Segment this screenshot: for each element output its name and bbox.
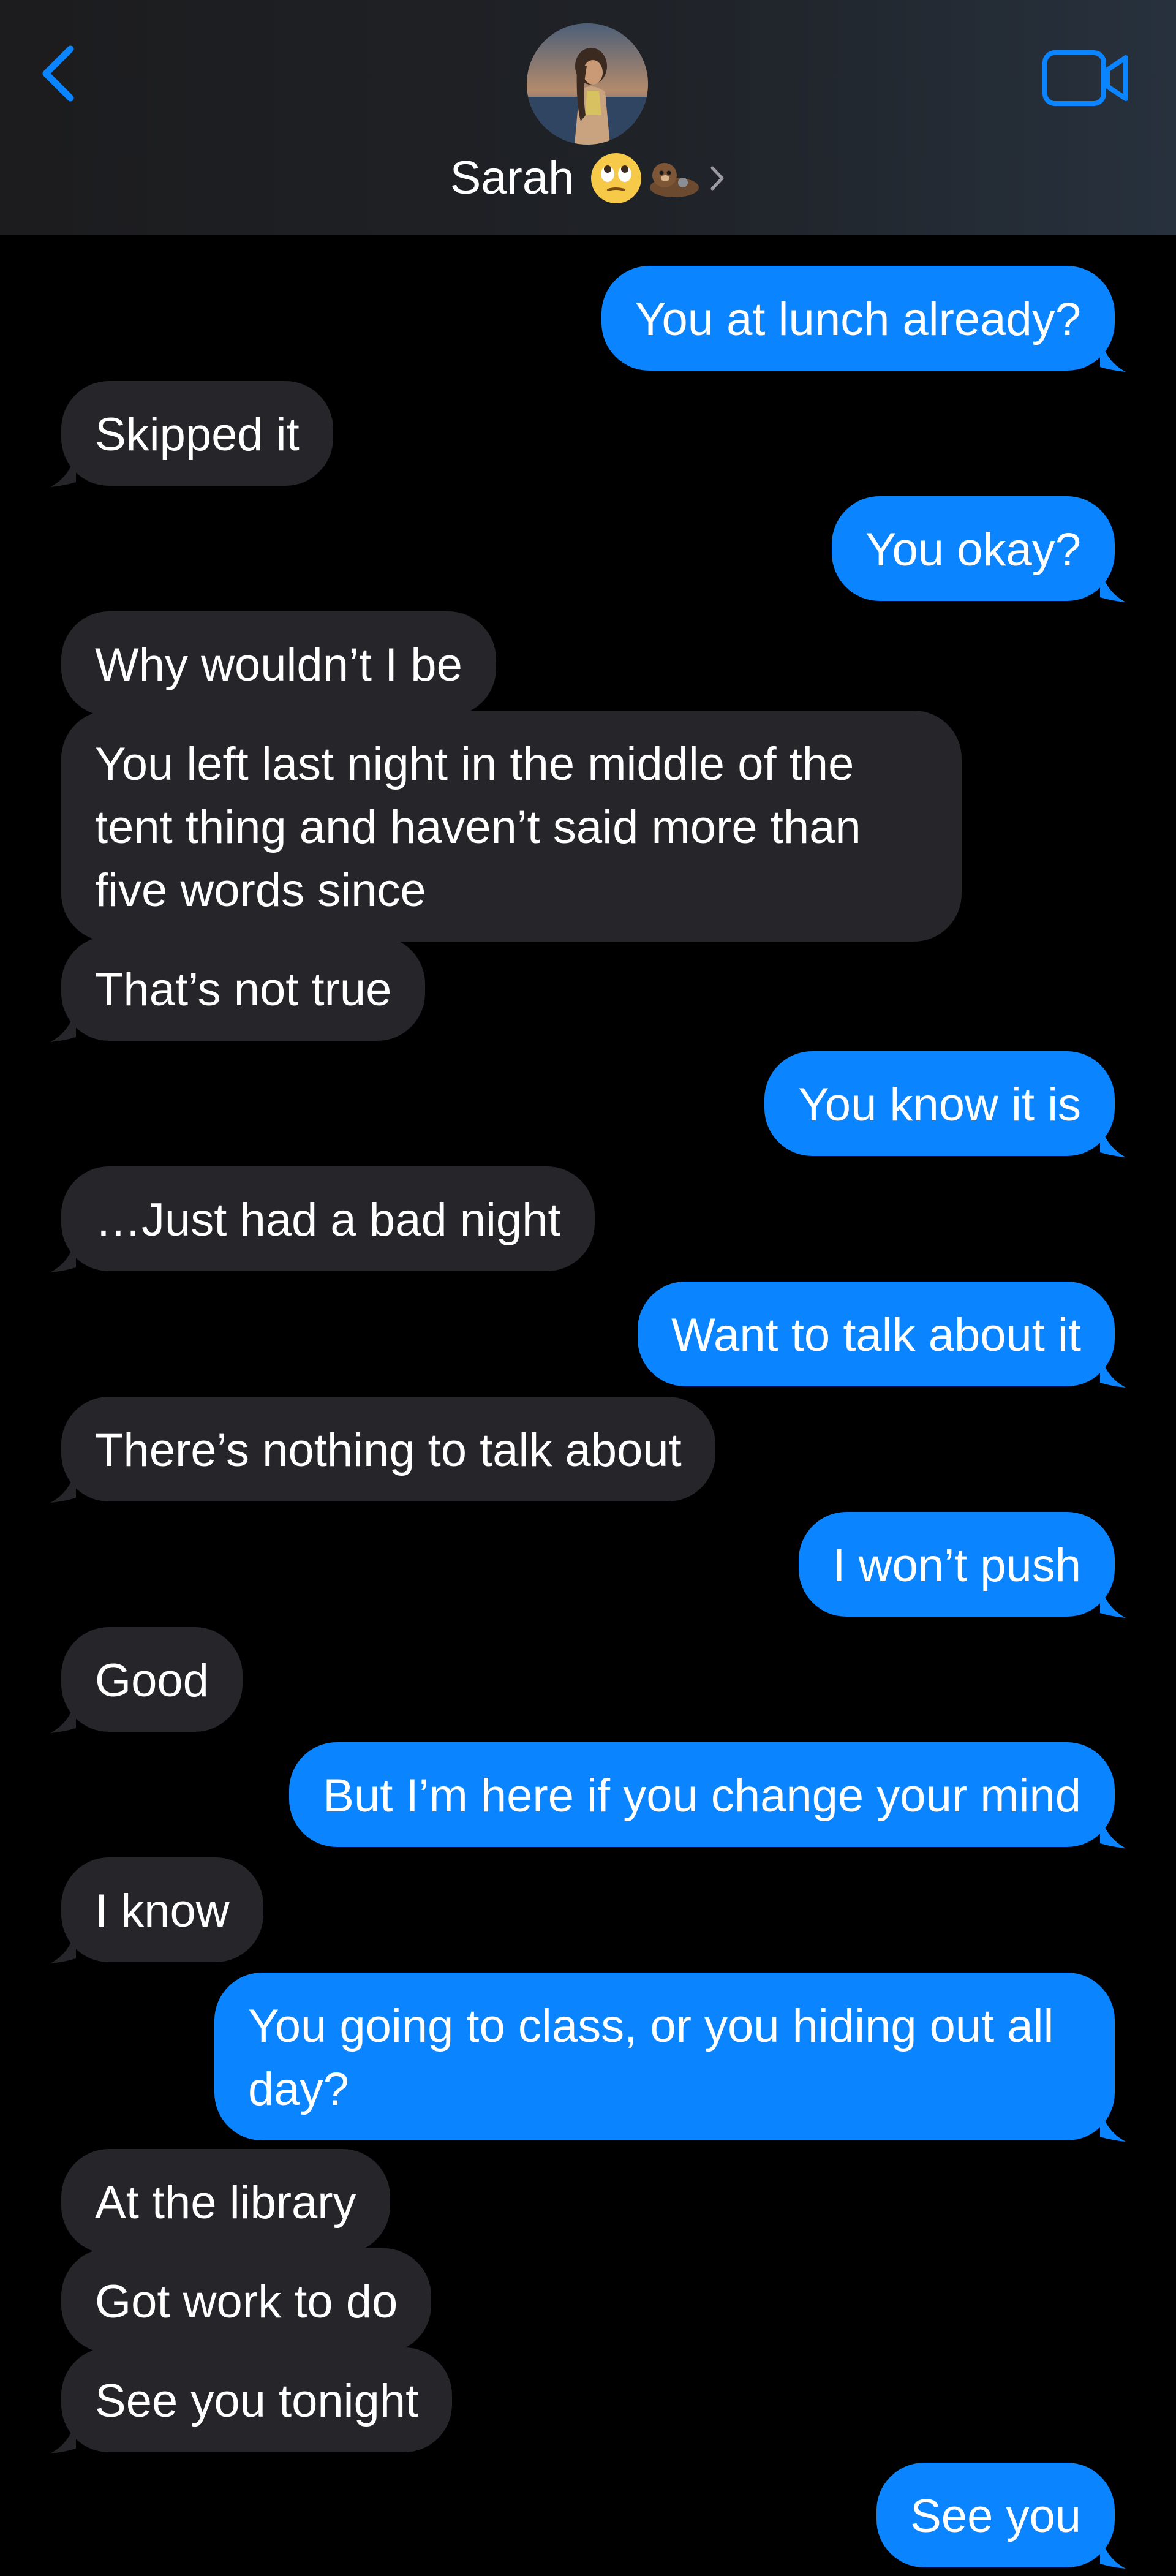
message-text: I won’t push bbox=[832, 1539, 1081, 1592]
contact-name-row[interactable]: Sarah bbox=[0, 145, 1176, 212]
message-text: You okay? bbox=[865, 524, 1081, 576]
video-camera-icon bbox=[1042, 50, 1128, 106]
bubble-tail bbox=[50, 1237, 76, 1272]
message-text: But I’m here if you change your mind bbox=[323, 1770, 1081, 1822]
contact-emoji-group bbox=[590, 152, 726, 205]
bubble-tail bbox=[50, 1698, 76, 1733]
message-text: I know bbox=[95, 1885, 230, 1937]
outgoing-message-bubble[interactable]: Want to talk about it bbox=[638, 1282, 1126, 1388]
incoming-message-bubble[interactable]: Good bbox=[50, 1627, 243, 1733]
bubble-tail bbox=[50, 1928, 76, 1963]
outgoing-message-bubble[interactable]: But I’m here if you change your mind bbox=[289, 1742, 1126, 1848]
bubble-tail bbox=[50, 1007, 76, 1042]
outgoing-message-bubble[interactable]: See you bbox=[876, 2463, 1126, 2569]
message-text: Want to talk about it bbox=[671, 1309, 1081, 1361]
bubble-tail bbox=[50, 2418, 76, 2453]
message-text: See you bbox=[910, 2490, 1081, 2542]
incoming-message-bubble[interactable]: Skipped it bbox=[50, 381, 333, 487]
otter-emoji-icon bbox=[650, 163, 699, 197]
back-button[interactable] bbox=[37, 43, 86, 104]
message-text: You left last night in the middle of the… bbox=[95, 738, 874, 916]
incoming-message-bubble[interactable]: At the library bbox=[61, 2149, 390, 2254]
message-text: You at lunch already? bbox=[635, 293, 1081, 346]
message-text: Got work to do bbox=[95, 2276, 398, 2328]
incoming-message-bubble[interactable]: I know bbox=[50, 1857, 263, 1963]
conversation-header: Sarah bbox=[0, 0, 1176, 235]
incoming-message-bubble[interactable]: That’s not true bbox=[50, 936, 426, 1042]
eye-roll-emoji-icon bbox=[591, 153, 642, 203]
chevron-right-icon bbox=[710, 166, 724, 191]
incoming-message-bubble[interactable]: See you tonight bbox=[50, 2347, 453, 2453]
outgoing-message-bubble[interactable]: You okay? bbox=[831, 496, 1126, 602]
message-text: …Just had a bad night bbox=[95, 1194, 561, 1246]
bubble-tail bbox=[1100, 567, 1126, 602]
message-text: You know it is bbox=[798, 1079, 1081, 1131]
bubble-tail bbox=[1100, 1352, 1126, 1388]
message-text: You going to class, or you hiding out al… bbox=[248, 2000, 1067, 2115]
bubble-tail bbox=[1100, 1122, 1126, 1157]
bubble-tail bbox=[1100, 2533, 1126, 2569]
message-text: At the library bbox=[95, 2177, 356, 2229]
message-text: Skipped it bbox=[95, 409, 300, 461]
incoming-message-bubble[interactable]: Got work to do bbox=[61, 2248, 432, 2353]
outgoing-message-bubble[interactable]: I won’t push bbox=[799, 1512, 1126, 1618]
bubble-tail bbox=[1100, 2106, 1126, 2142]
bubble-tail bbox=[1100, 336, 1126, 372]
video-call-button[interactable] bbox=[1041, 49, 1130, 107]
message-text: That’s not true bbox=[95, 964, 392, 1016]
avatar-photo bbox=[527, 23, 648, 145]
outgoing-message-bubble[interactable]: You know it is bbox=[764, 1051, 1126, 1157]
bubble-tail bbox=[1100, 1813, 1126, 1848]
outgoing-message-bubble[interactable]: You at lunch already? bbox=[601, 266, 1126, 372]
contact-avatar[interactable] bbox=[527, 23, 648, 145]
message-text: Good bbox=[95, 1655, 209, 1707]
bubble-tail bbox=[50, 451, 76, 487]
message-text: See you tonight bbox=[95, 2375, 419, 2427]
incoming-message-bubble[interactable]: There’s nothing to talk about bbox=[50, 1397, 715, 1503]
bubble-tail bbox=[50, 1467, 76, 1503]
incoming-message-bubble[interactable]: Why wouldn’t I be bbox=[61, 611, 496, 716]
message-text: There’s nothing to talk about bbox=[95, 1424, 682, 1476]
contact-name: Sarah bbox=[450, 152, 575, 204]
bubble-tail bbox=[1100, 1582, 1126, 1618]
chevron-left-icon bbox=[42, 45, 74, 102]
incoming-message-bubble[interactable]: …Just had a bad night bbox=[50, 1166, 595, 1272]
incoming-message-bubble[interactable]: You left last night in the middle of the… bbox=[61, 711, 962, 942]
outgoing-message-bubble[interactable]: You going to class, or you hiding out al… bbox=[214, 1973, 1126, 2142]
message-text: Why wouldn’t I be bbox=[95, 639, 462, 691]
